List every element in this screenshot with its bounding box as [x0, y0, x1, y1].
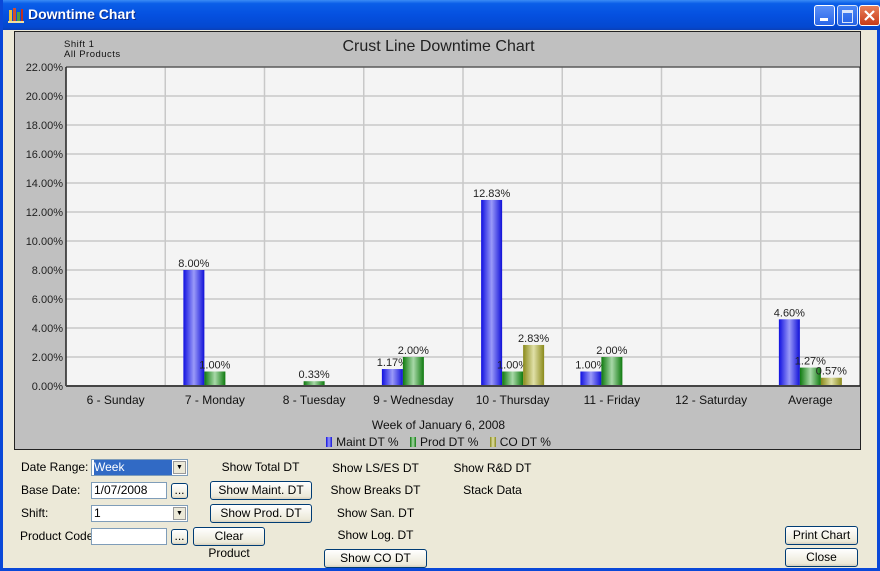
- chevron-down-icon[interactable]: ▼: [173, 461, 186, 474]
- show-san-dt-toggle[interactable]: Show San. DT: [324, 506, 427, 520]
- base-date-input[interactable]: 1/07/2008: [91, 482, 167, 499]
- data-label: 2.00%: [398, 345, 429, 357]
- y-tick-label: 12.00%: [26, 207, 64, 219]
- x-tick-label: 11 - Friday: [584, 393, 640, 407]
- x-tick-label: Average: [788, 393, 833, 407]
- bar-maint: [381, 369, 403, 386]
- x-tick-label: 8 - Tuesday: [283, 393, 346, 407]
- show-breaks-dt-toggle[interactable]: Show Breaks DT: [324, 483, 427, 497]
- data-label: 0.33%: [299, 369, 330, 381]
- bar-prod: [601, 357, 623, 386]
- x-tick-label: 9 - Wednesday: [373, 393, 454, 407]
- product-code-input[interactable]: [91, 528, 167, 545]
- title-bar[interactable]: Downtime Chart: [3, 0, 880, 30]
- chart-plot: 0.00% 2.00% 4.00% 6.00% 8.00% 10.00% 12.00% 14.…: [26, 62, 861, 407]
- bar-co: [523, 344, 545, 386]
- bar-maint: [481, 199, 503, 386]
- show-log-dt-toggle[interactable]: Show Log. DT: [324, 528, 427, 542]
- chevron-down-icon[interactable]: ▼: [173, 507, 186, 520]
- product-code-label: Product Code:: [20, 529, 97, 543]
- base-date-label: Base Date:: [21, 483, 81, 497]
- data-label: 12.83%: [473, 188, 511, 200]
- x-tick-label: 12 - Saturday: [675, 393, 747, 407]
- downtime-chart-window: Downtime Chart Shift 1 All Products Crus…: [0, 0, 880, 571]
- close-button[interactable]: Close: [785, 548, 858, 567]
- window-title: Downtime Chart: [28, 6, 136, 22]
- chart-frame: Shift 1 All Products Crust Line Downtime…: [14, 31, 861, 450]
- bar-chart-icon: [8, 8, 24, 23]
- y-tick-label: 0.00%: [32, 381, 63, 393]
- show-co-dt-toggle[interactable]: Show CO DT: [324, 549, 427, 568]
- date-range-select[interactable]: Week ▼: [91, 459, 188, 476]
- x-tick-label: 6 - Sunday: [87, 393, 145, 407]
- y-tick-label: 10.00%: [26, 236, 64, 248]
- show-prod-dt-toggle[interactable]: Show Prod. DT: [210, 504, 312, 523]
- close-button-label: Close: [806, 550, 837, 564]
- close-icon: [864, 10, 875, 21]
- x-tick-label: 10 - Thursday: [476, 393, 550, 407]
- legend-label-maint: Maint DT %: [336, 435, 399, 449]
- data-label: 8.00%: [178, 258, 209, 270]
- legend-item-co: CO DT %: [489, 435, 551, 449]
- show-lses-dt-toggle[interactable]: Show LS/ES DT: [324, 461, 427, 475]
- shift-value: 1: [94, 506, 101, 520]
- product-picker-button[interactable]: ...: [171, 529, 188, 545]
- base-date-picker-button[interactable]: ...: [171, 483, 188, 499]
- maximize-button[interactable]: [837, 5, 858, 26]
- data-label: 0.57%: [816, 366, 847, 378]
- chart-legend: Maint DT % Prod DT % CO DT %: [15, 435, 862, 449]
- y-tick-label: 4.00%: [32, 323, 63, 335]
- x-tick-label: 7 - Monday: [185, 393, 245, 407]
- show-maint-dt-toggle[interactable]: Show Maint. DT: [210, 481, 312, 500]
- base-date-value: 1/07/2008: [94, 483, 148, 497]
- minimize-icon: [820, 18, 828, 21]
- clear-product-button[interactable]: Clear Product: [193, 527, 265, 560]
- y-tick-label: 20.00%: [26, 91, 64, 103]
- maximize-icon: [842, 10, 853, 23]
- y-tick-label: 22.00%: [26, 62, 64, 74]
- data-label: 1.00%: [199, 360, 230, 372]
- bar-prod: [402, 357, 424, 386]
- data-label: 2.00%: [596, 345, 627, 357]
- y-tick-label: 6.00%: [32, 294, 63, 306]
- close-window-button[interactable]: [859, 5, 880, 26]
- print-chart-button[interactable]: Print Chart: [785, 526, 858, 545]
- bar-prod: [204, 371, 226, 386]
- y-tick-label: 14.00%: [26, 178, 64, 190]
- bar-co: [820, 377, 842, 386]
- show-total-dt-toggle[interactable]: Show Total DT: [208, 460, 313, 474]
- show-rd-dt-toggle[interactable]: Show R&D DT: [441, 461, 544, 475]
- data-label: 2.83%: [518, 333, 549, 345]
- legend-swatch-co: [489, 437, 496, 447]
- shift-label: Shift:: [21, 506, 49, 520]
- bar-maint: [778, 319, 800, 386]
- y-tick-label: 8.00%: [32, 265, 63, 277]
- y-tick-label: 16.00%: [26, 149, 64, 161]
- bar-prod: [502, 371, 524, 386]
- y-tick-label: 2.00%: [32, 352, 63, 364]
- y-tick-label: 18.00%: [26, 120, 64, 132]
- date-range-label: Date Range:: [21, 460, 89, 474]
- legend-item-maint: Maint DT %: [326, 435, 399, 449]
- data-label: 4.60%: [774, 307, 805, 319]
- minimize-button[interactable]: [814, 5, 835, 26]
- legend-label-prod: Prod DT %: [419, 435, 479, 449]
- legend-swatch-maint: [326, 437, 333, 447]
- legend-swatch-prod: [409, 437, 416, 447]
- shift-select[interactable]: 1 ▼: [91, 505, 188, 522]
- legend-label-co: CO DT %: [499, 435, 551, 449]
- date-range-value: Week: [94, 460, 172, 475]
- x-axis-title: Week of January 6, 2008: [371, 418, 506, 432]
- legend-item-prod: Prod DT %: [409, 435, 479, 449]
- bar-maint: [580, 371, 602, 386]
- stack-data-toggle[interactable]: Stack Data: [441, 483, 544, 497]
